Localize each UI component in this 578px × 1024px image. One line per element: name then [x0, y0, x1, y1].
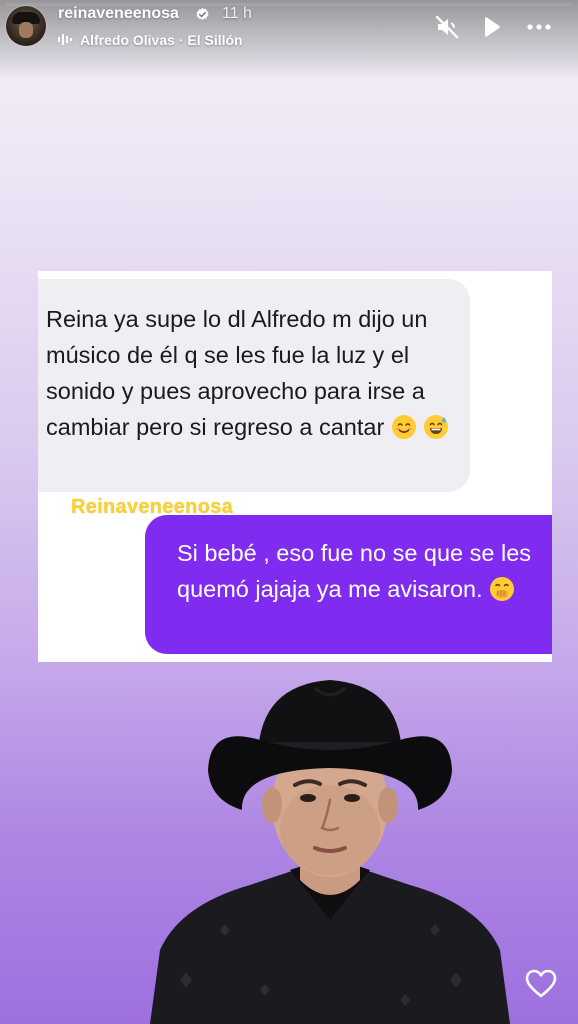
like-button[interactable]	[521, 964, 561, 1004]
received-message-bubble: Reina ya supe lo dl Alfredo m dijo un mú…	[38, 279, 470, 492]
username[interactable]: reinaveneenosa	[58, 5, 179, 23]
mute-button[interactable]	[432, 12, 462, 42]
speaker-muted-icon	[435, 15, 459, 39]
received-message-text: Reina ya supe lo dl Alfredo m dijo un mú…	[46, 306, 428, 440]
verified-badge-icon	[196, 7, 209, 20]
avatar[interactable]	[6, 6, 46, 46]
more-options-button[interactable]	[524, 12, 554, 42]
received-message: Reina ya supe lo dl Alfredo m dijo un mú…	[46, 301, 466, 445]
heart-icon	[525, 969, 557, 998]
sent-message-text: Si bebé , eso fue no se que se les quemó…	[177, 540, 532, 602]
play-icon	[485, 17, 500, 37]
portrait-image	[150, 680, 510, 1024]
avatar-face	[19, 22, 33, 38]
sent-message-bubble: Si bebé , eso fue no se que se les quemó…	[145, 515, 552, 654]
more-horizontal-icon	[527, 24, 551, 30]
music-bars-icon	[58, 34, 72, 45]
time-ago: 11 h	[222, 5, 252, 22]
sent-message: Si bebé , eso fue no se que se les quemó…	[177, 535, 547, 607]
chat-screenshot: Reina ya supe lo dl Alfredo m dijo un mú…	[38, 271, 552, 662]
hand-over-mouth-icon	[490, 577, 515, 601]
story-header: reinaveneenosa 11 h Alfredo Olivas · El …	[0, 0, 578, 60]
play-button[interactable]	[476, 12, 506, 42]
music-label[interactable]: Alfredo Olivas · El Sillón	[80, 32, 243, 48]
grinning-sweat-icon	[424, 415, 449, 439]
smiling-face-icon	[391, 415, 416, 439]
